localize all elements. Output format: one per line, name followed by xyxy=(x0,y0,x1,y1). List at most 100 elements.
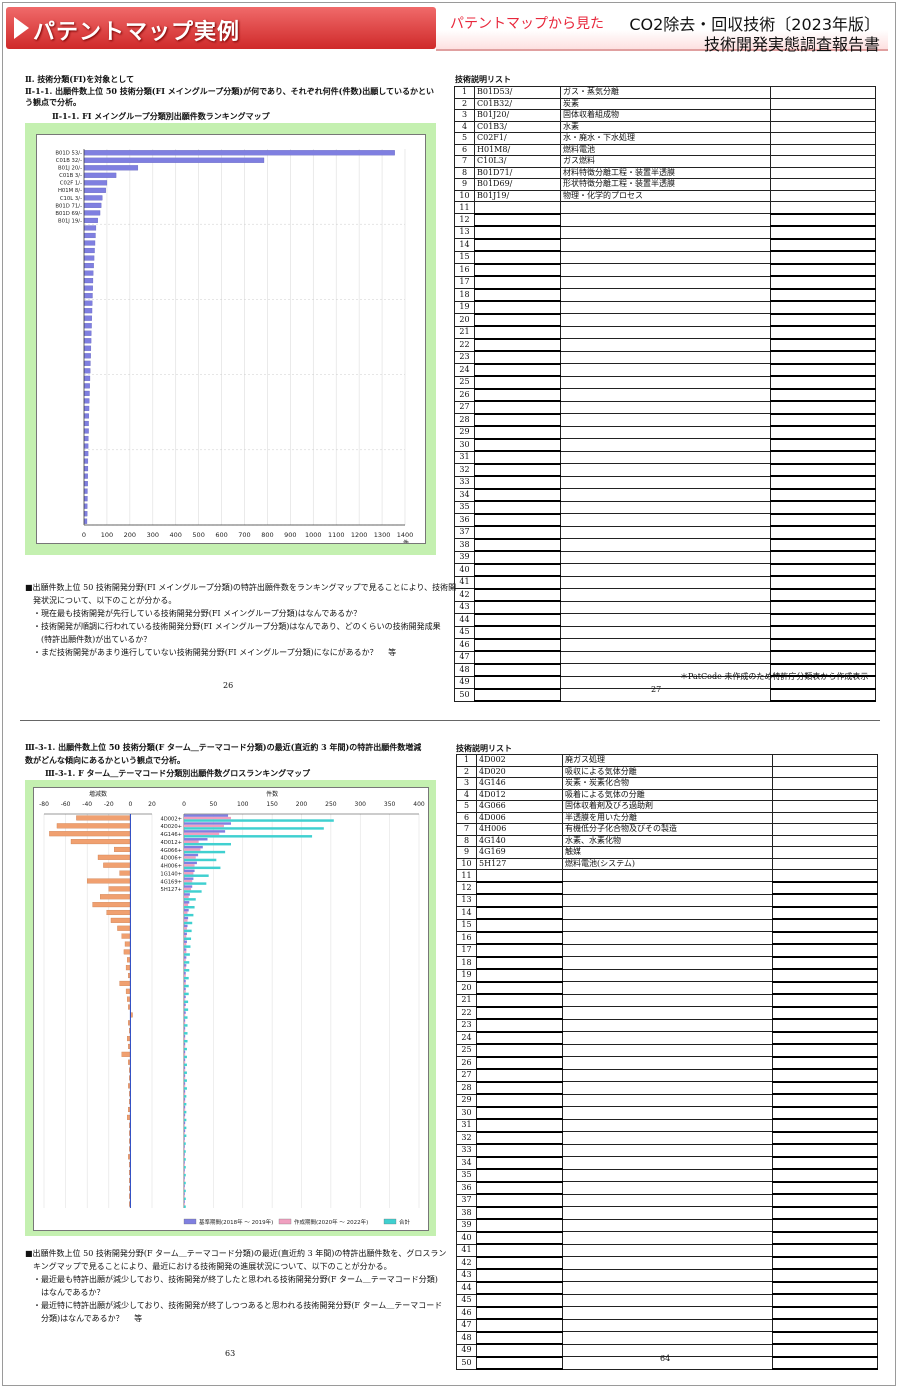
list-cell-no: 44 xyxy=(454,613,475,627)
list-cell-desc xyxy=(560,288,771,302)
list-cell-code xyxy=(476,1181,563,1195)
list-row: 25 xyxy=(456,1043,878,1058)
x-tick-label: -20 xyxy=(104,801,114,808)
list-cell-code xyxy=(474,238,561,252)
list-cell-no: 40 xyxy=(454,563,475,577)
bar xyxy=(83,217,98,223)
bar xyxy=(83,157,265,163)
series2-bar xyxy=(184,911,188,914)
list-cell-desc xyxy=(562,918,773,932)
series3-bar xyxy=(184,1173,186,1177)
list-cell-code xyxy=(476,1118,563,1133)
series1-bar xyxy=(184,838,208,841)
list-row: 14 xyxy=(454,238,876,252)
list2-title: 技術説明リスト xyxy=(456,743,512,753)
x-tick-label: 350 xyxy=(384,801,396,808)
series1-bar xyxy=(184,1082,186,1085)
series1-bar xyxy=(184,893,190,896)
list-cell-extra xyxy=(772,1281,878,1295)
list-cell-no: 39 xyxy=(454,550,475,564)
series1-bar xyxy=(184,1050,186,1054)
list-cell-code xyxy=(476,893,563,908)
list-cell-no: 29 xyxy=(456,1093,477,1107)
list-cell-extra xyxy=(770,132,876,145)
list-cell-no: 26 xyxy=(454,388,475,402)
bar xyxy=(83,473,88,479)
x-tick-label: 0 xyxy=(182,801,186,808)
list-cell-no: 43 xyxy=(456,1268,477,1282)
series1-bar xyxy=(184,1090,186,1093)
list-row: 14 xyxy=(456,906,878,920)
list-cell-desc xyxy=(560,538,771,552)
list-cell-desc xyxy=(562,881,773,895)
report-title-line2: 技術開発実態調査報告書 xyxy=(703,35,880,54)
series3-bar xyxy=(184,1095,187,1098)
list-cell-code: 4G146 xyxy=(476,777,563,790)
series1-bar xyxy=(184,979,186,983)
x-tick-label: 200 xyxy=(124,531,136,539)
list-cell-code xyxy=(476,1106,563,1120)
category-label: 4G146+ xyxy=(160,832,182,838)
diff-bar xyxy=(97,854,131,860)
list-cell-desc xyxy=(560,338,771,352)
list-cell-no: 45 xyxy=(454,625,475,639)
list-row: 32 xyxy=(456,1131,878,1145)
series1-bar xyxy=(184,916,189,920)
list-cell-code: B01D53/ xyxy=(474,86,561,99)
list-cell-no: 2 xyxy=(454,97,475,110)
list-cell-desc xyxy=(560,201,771,214)
diff-bar xyxy=(124,941,131,947)
x-tick-label: 1200 xyxy=(351,531,368,539)
list-cell-extra xyxy=(770,363,876,377)
series1-bar xyxy=(184,1184,185,1188)
list-cell-no: 32 xyxy=(456,1131,477,1145)
series3-bar xyxy=(184,1032,188,1035)
list-cell-extra xyxy=(770,313,876,327)
x-tick-label: 150 xyxy=(266,801,278,808)
list-cell-code xyxy=(474,650,561,665)
list-cell-desc xyxy=(560,588,771,602)
x-tick-label: -60 xyxy=(61,801,71,808)
list-cell-code xyxy=(476,1268,563,1283)
list-cell-extra xyxy=(772,1331,878,1345)
bar xyxy=(83,518,88,524)
list-cell-code xyxy=(476,943,563,958)
series3-bar xyxy=(184,1079,187,1082)
category-label: B01J 19/- xyxy=(58,218,82,224)
list-cell-no: 2 xyxy=(456,765,477,778)
list-row: 20 xyxy=(456,981,878,995)
list-cell-desc: 固体収着剤及びろ過助剤 xyxy=(562,800,773,813)
series1-bar xyxy=(184,845,203,849)
list-cell-no: 29 xyxy=(454,425,475,439)
list-cell-extra xyxy=(770,575,876,590)
list-cell-no: 12 xyxy=(454,213,475,227)
series1-bar xyxy=(184,1113,186,1117)
list-cell-code xyxy=(474,375,561,390)
list-cell-code xyxy=(476,1231,563,1245)
list-row: 16 xyxy=(456,931,878,945)
list-cell-desc xyxy=(562,1231,773,1245)
list-cell-code xyxy=(474,488,561,502)
list-cell-extra xyxy=(772,968,878,983)
list-row: 26 xyxy=(456,1056,878,1070)
bar xyxy=(83,338,92,344)
series2-bar xyxy=(184,1061,186,1064)
list-row: 3 B01J20/固体収着組成物 xyxy=(454,109,876,122)
list-cell-no: 14 xyxy=(454,238,475,252)
list-cell-extra xyxy=(772,777,878,790)
bar xyxy=(83,187,106,193)
list-cell-no: 27 xyxy=(454,400,475,414)
list-cell-no: 33 xyxy=(454,475,475,489)
list-cell-code: 4G066 xyxy=(476,800,563,813)
list-cell-extra xyxy=(772,846,878,859)
list-cell-code xyxy=(476,881,563,895)
list-row: 1 B01D53/ガス・蒸気分離 xyxy=(454,86,876,99)
list-cell-code xyxy=(474,425,561,440)
x-tick-label: 250 xyxy=(325,801,337,808)
list-cell-code: 4D020 xyxy=(476,765,563,778)
list-cell-code: 4D012 xyxy=(476,788,563,801)
series1-bar xyxy=(184,1161,185,1164)
bar xyxy=(83,300,93,306)
list-cell-extra xyxy=(770,250,876,265)
bar xyxy=(83,375,91,381)
